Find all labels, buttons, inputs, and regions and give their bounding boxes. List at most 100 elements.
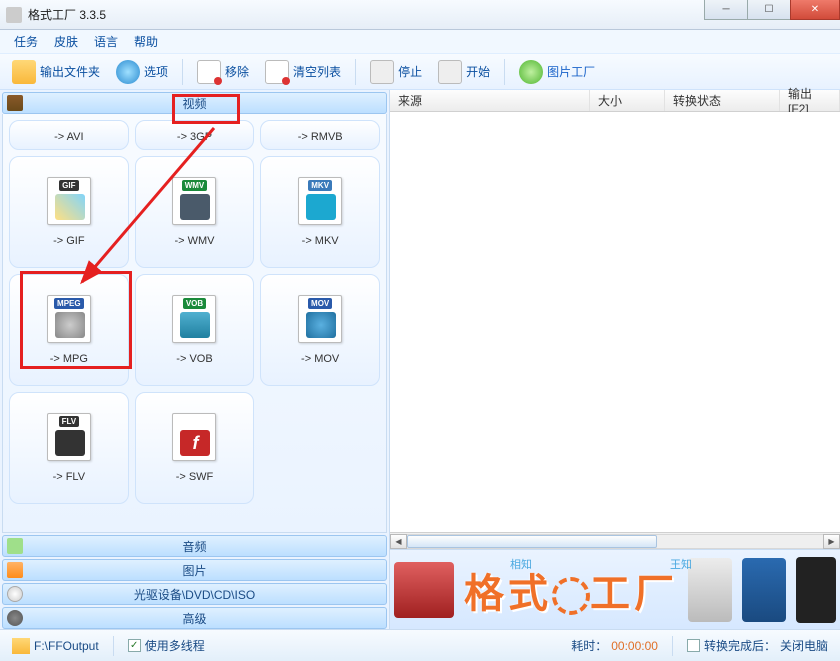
format-item[interactable]: -> AVI xyxy=(9,120,129,150)
video-icon xyxy=(7,95,23,111)
brand-logo: 格式工厂 xyxy=(464,561,678,619)
format-thumb-icon xyxy=(55,194,85,220)
format-label: -> AVI xyxy=(54,131,83,143)
category-tab-video[interactable]: 视频 xyxy=(2,92,387,114)
close-button[interactable]: ✕ xyxy=(790,0,840,20)
statusbar-divider xyxy=(113,636,114,656)
format-item[interactable]: f-> SWF xyxy=(135,392,255,504)
format-thumb-icon xyxy=(180,194,210,220)
column-output[interactable]: 输出 [F2] xyxy=(780,90,840,111)
format-item[interactable]: MPEG-> MPG xyxy=(9,274,129,386)
column-size[interactable]: 大小 xyxy=(590,90,665,111)
format-thumb-icon xyxy=(55,312,85,338)
toolbar: 输出文件夹 选项 移除 清空列表 停止 开始 图片工厂 xyxy=(0,54,840,90)
elapsed-value: 00:00:00 xyxy=(611,639,658,653)
format-item[interactable]: -> 3GP xyxy=(135,120,255,150)
window-controls: ─ ☐ ✕ xyxy=(705,0,840,20)
clear-button[interactable]: 清空列表 xyxy=(259,58,347,86)
status-bar: F:\FFOutput ✓ 使用多线程 耗时： 00:00:00 转换完成后： … xyxy=(0,629,840,661)
format-item[interactable]: FLV-> FLV xyxy=(9,392,129,504)
format-label: -> MOV xyxy=(301,353,339,365)
stop-button[interactable]: 停止 xyxy=(364,58,428,86)
format-thumb-icon xyxy=(306,312,336,338)
play-icon xyxy=(438,60,462,84)
format-item[interactable]: MOV -> MOV xyxy=(260,274,380,386)
scroll-thumb[interactable] xyxy=(407,535,657,548)
column-source[interactable]: 来源 xyxy=(390,90,590,111)
scroll-right-arrow[interactable]: ▶ xyxy=(823,534,840,549)
format-item[interactable]: GIF-> GIF xyxy=(9,156,129,268)
output-path-button[interactable]: F:\FFOutput xyxy=(6,635,105,657)
horizontal-scrollbar[interactable]: ◀ ▶ xyxy=(390,532,840,549)
output-path-label: F:\FFOutput xyxy=(34,639,99,653)
menu-skin[interactable]: 皮肤 xyxy=(54,33,78,50)
brand-text-1: 格式 xyxy=(464,572,552,616)
image-factory-label: 图片工厂 xyxy=(547,63,595,80)
menu-task[interactable]: 任务 xyxy=(14,33,38,50)
category-tab-advanced[interactable]: 高级 xyxy=(2,607,387,629)
gear-icon xyxy=(7,610,23,626)
options-label: 选项 xyxy=(144,63,168,80)
output-folder-button[interactable]: 输出文件夹 xyxy=(6,58,106,86)
banner-tag-2: 王知 xyxy=(670,556,692,572)
camcorder-image xyxy=(394,562,454,618)
category-video-label: 视频 xyxy=(182,95,206,112)
minimize-button[interactable]: ─ xyxy=(704,0,748,20)
format-item[interactable]: VOB -> VOB xyxy=(135,274,255,386)
scroll-left-arrow[interactable]: ◀ xyxy=(390,534,407,549)
menu-help[interactable]: 帮助 xyxy=(134,33,158,50)
format-badge: MPEG xyxy=(47,295,91,343)
format-badge: VOB xyxy=(172,295,216,343)
brand-text-2: 工厂 xyxy=(590,572,678,616)
format-item[interactable]: WMV-> WMV xyxy=(135,156,255,268)
toolbar-separator xyxy=(504,59,505,85)
format-label: -> 3GP xyxy=(177,131,212,143)
stop-label: 停止 xyxy=(398,63,422,80)
category-tab-disc[interactable]: 光驱设备\DVD\CD\ISO xyxy=(2,583,387,605)
column-status[interactable]: 转换状态 xyxy=(665,90,780,111)
elapsed-label: 耗时： xyxy=(571,637,607,654)
format-item[interactable]: MKV-> MKV xyxy=(260,156,380,268)
folder-icon xyxy=(12,638,30,654)
right-panel: 来源 大小 转换状态 输出 [F2] ◀ ▶ 格式工厂 相知 王知 xyxy=(390,90,840,629)
maximize-button[interactable]: ☐ xyxy=(747,0,791,20)
format-thumb-icon xyxy=(55,430,85,456)
format-tag: MKV xyxy=(308,180,332,191)
toolbar-separator xyxy=(182,59,183,85)
toolbar-separator xyxy=(355,59,356,85)
stop-icon xyxy=(370,60,394,84)
format-label: -> VOB xyxy=(176,353,212,365)
menu-language[interactable]: 语言 xyxy=(94,33,118,50)
category-image-label: 图片 xyxy=(182,562,206,579)
format-tag: GIF xyxy=(59,180,78,191)
format-thumb-icon xyxy=(306,194,336,220)
start-button[interactable]: 开始 xyxy=(432,58,496,86)
multithread-toggle[interactable]: ✓ 使用多线程 xyxy=(122,635,211,657)
remove-button[interactable]: 移除 xyxy=(191,58,255,86)
image-factory-link[interactable]: 图片工厂 xyxy=(513,58,601,86)
banner-tag-1: 相知 xyxy=(510,556,532,572)
format-tag: WMV xyxy=(182,180,208,191)
format-label: -> FLV xyxy=(53,471,86,483)
format-tag: MOV xyxy=(308,298,332,309)
after-conversion-toggle[interactable]: 转换完成后： 关闭电脑 xyxy=(681,635,834,657)
format-badge: WMV xyxy=(172,177,216,225)
category-tab-audio[interactable]: 音频 xyxy=(2,535,387,557)
format-thumb-icon xyxy=(180,312,210,338)
options-button[interactable]: 选项 xyxy=(110,58,174,86)
statusbar-divider xyxy=(672,636,673,656)
left-panel: 视频 -> AVI -> 3GP -> RMVB GIF-> GIFWMV-> WMV… xyxy=(0,90,390,629)
app-icon xyxy=(6,7,22,23)
format-thumb-icon: f xyxy=(180,430,210,456)
category-tabs-bottom: 音频 图片 光驱设备\DVD\CD\ISO 高级 xyxy=(0,533,389,629)
scroll-track[interactable] xyxy=(407,534,823,549)
category-tab-image[interactable]: 图片 xyxy=(2,559,387,581)
main-content: 视频 -> AVI -> 3GP -> RMVB GIF-> GIFWMV-> WMV… xyxy=(0,90,840,629)
list-body[interactable] xyxy=(390,112,840,532)
format-item[interactable]: -> RMVB xyxy=(260,120,380,150)
audio-icon xyxy=(7,538,23,554)
image-icon xyxy=(7,562,23,578)
window-title: 格式工厂 3.3.5 xyxy=(28,6,106,23)
clear-label: 清空列表 xyxy=(293,63,341,80)
after-label: 转换完成后： xyxy=(704,637,776,654)
